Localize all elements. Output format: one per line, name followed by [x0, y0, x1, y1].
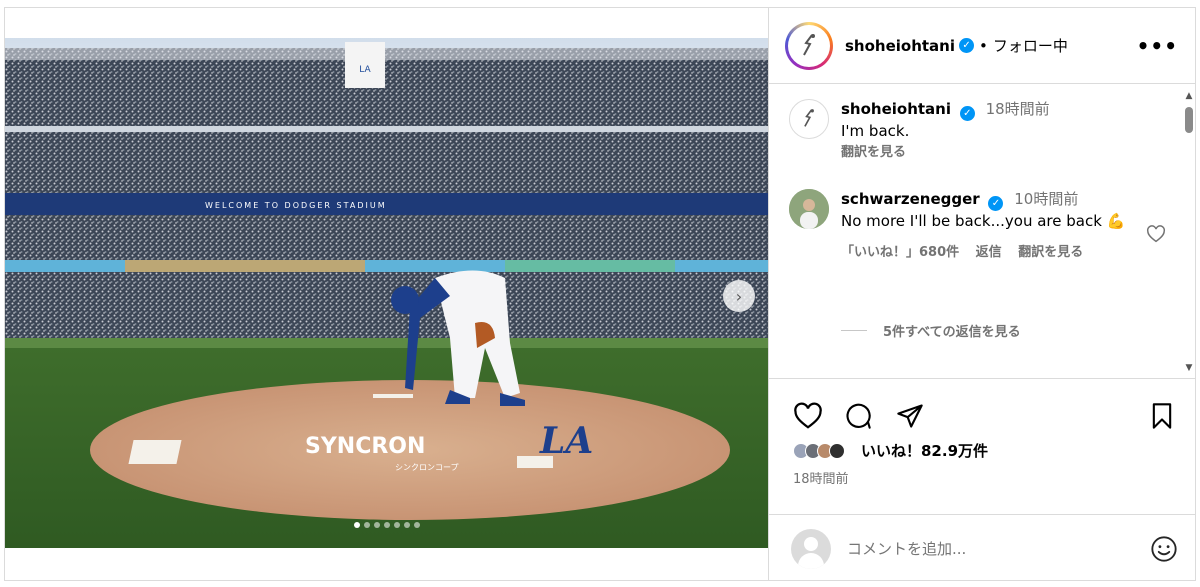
- author-username[interactable]: shoheiohtani: [845, 37, 955, 55]
- person-photo-icon: [789, 189, 829, 229]
- carousel-dot[interactable]: [373, 522, 380, 528]
- mound-sponsor-sub: シンクロンコープ: [395, 463, 459, 472]
- emoji-icon[interactable]: [1150, 535, 1178, 567]
- carousel-dot[interactable]: [413, 522, 420, 528]
- replies-divider-line: [841, 330, 867, 331]
- comment-text: No more I'll be back...you are back 💪: [841, 211, 1141, 232]
- next-image-button[interactable]: ›: [723, 280, 755, 312]
- mound-sponsor: SYNCRON: [305, 434, 425, 459]
- avatar-logo-icon: [803, 33, 815, 55]
- add-comment-bar: [769, 514, 1195, 580]
- liker-avatar: [829, 442, 845, 459]
- caption-time[interactable]: 18時間前: [986, 100, 1050, 118]
- scroll-up-arrow-icon[interactable]: ▲: [1184, 91, 1194, 101]
- verified-icon: ✓: [988, 196, 1004, 211]
- mound-logo: LA: [539, 420, 593, 462]
- see-translation-link[interactable]: 翻訳を見る: [1018, 245, 1083, 260]
- follow-status[interactable]: フォロー中: [993, 35, 1068, 56]
- carousel-dots: [5, 522, 768, 528]
- post-header: shoheiohtani ✓ • フォロー中 •••: [769, 8, 1195, 84]
- comment-icon[interactable]: [843, 402, 873, 434]
- carousel-dot[interactable]: [363, 522, 370, 528]
- avatar-logo-icon: [804, 109, 814, 127]
- see-translation-link[interactable]: 翻訳を見る: [841, 142, 1050, 163]
- view-replies-button[interactable]: 5件すべての返信を見る: [841, 321, 1021, 340]
- post-timestamp[interactable]: 18時間前: [793, 468, 849, 487]
- caption-username[interactable]: shoheiohtani: [841, 100, 951, 118]
- carousel-dot[interactable]: [353, 522, 360, 528]
- stadium-illustration: LA WELCOME TO DODGER STADIUM SYNCRON シンク…: [5, 38, 768, 548]
- likes-row[interactable]: いいね！82.9万件: [793, 440, 988, 461]
- comment-text-body: No more I'll be back...you are back: [841, 212, 1102, 230]
- verified-icon: ✓: [959, 38, 975, 53]
- heart-icon[interactable]: [793, 402, 823, 434]
- caption: shoheiohtani ✓ 18時間前 I'm back. 翻訳を見る: [789, 99, 1050, 163]
- bookmark-icon[interactable]: [1149, 402, 1175, 434]
- commenter-avatar[interactable]: [789, 189, 829, 229]
- comment-input[interactable]: [847, 539, 1137, 558]
- post-modal: LA WELCOME TO DODGER STADIUM SYNCRON シンク…: [4, 7, 1196, 581]
- current-user-avatar: [791, 528, 831, 569]
- svg-text:LA: LA: [359, 65, 371, 75]
- liker-avatars: [793, 442, 845, 459]
- comment-like-heart-icon[interactable]: [1146, 225, 1166, 247]
- caption-avatar[interactable]: [789, 99, 829, 139]
- post-sidebar: shoheiohtani ✓ • フォロー中 ••• shoheiohtani: [768, 8, 1195, 580]
- post-action-bar: [769, 396, 1195, 436]
- flexed-bicep-emoji: 💪: [1106, 212, 1126, 230]
- separator-dot: •: [979, 36, 988, 55]
- comment-item: schwarzenegger ✓ 10時間前 No more I'll be b…: [789, 189, 1141, 263]
- stadium-banner: WELCOME TO DODGER STADIUM: [205, 201, 387, 210]
- carousel-dot[interactable]: [383, 522, 390, 528]
- comment-actions: 「いいね！」680件 返信 翻訳を見る: [841, 242, 1141, 263]
- share-icon[interactable]: [895, 402, 925, 434]
- likes-count[interactable]: いいね！82.9万件: [861, 440, 988, 461]
- comment-time[interactable]: 10時間前: [1014, 190, 1078, 208]
- comments-section: shoheiohtani ✓ 18時間前 I'm back. 翻訳を見る sch…: [769, 85, 1195, 379]
- comment-likes-count[interactable]: 「いいね！」680件: [841, 245, 959, 260]
- carousel-dot[interactable]: [393, 522, 400, 528]
- more-icon[interactable]: •••: [1137, 34, 1178, 58]
- scroll-thumb[interactable]: [1185, 107, 1193, 133]
- comments-scrollbar[interactable]: ▲ ▼: [1184, 91, 1194, 373]
- view-replies-label: 5件すべての返信を見る: [883, 325, 1021, 340]
- carousel-dot[interactable]: [403, 522, 410, 528]
- pitcher-figure: [391, 270, 525, 406]
- author-avatar[interactable]: [785, 21, 833, 70]
- commenter-username[interactable]: schwarzenegger: [841, 190, 980, 208]
- post-photo[interactable]: LA WELCOME TO DODGER STADIUM SYNCRON シンク…: [5, 38, 768, 548]
- verified-icon: ✓: [959, 106, 975, 121]
- reply-button[interactable]: 返信: [976, 245, 1002, 260]
- scroll-down-arrow-icon[interactable]: ▼: [1184, 363, 1194, 373]
- caption-text: I'm back.: [841, 122, 910, 140]
